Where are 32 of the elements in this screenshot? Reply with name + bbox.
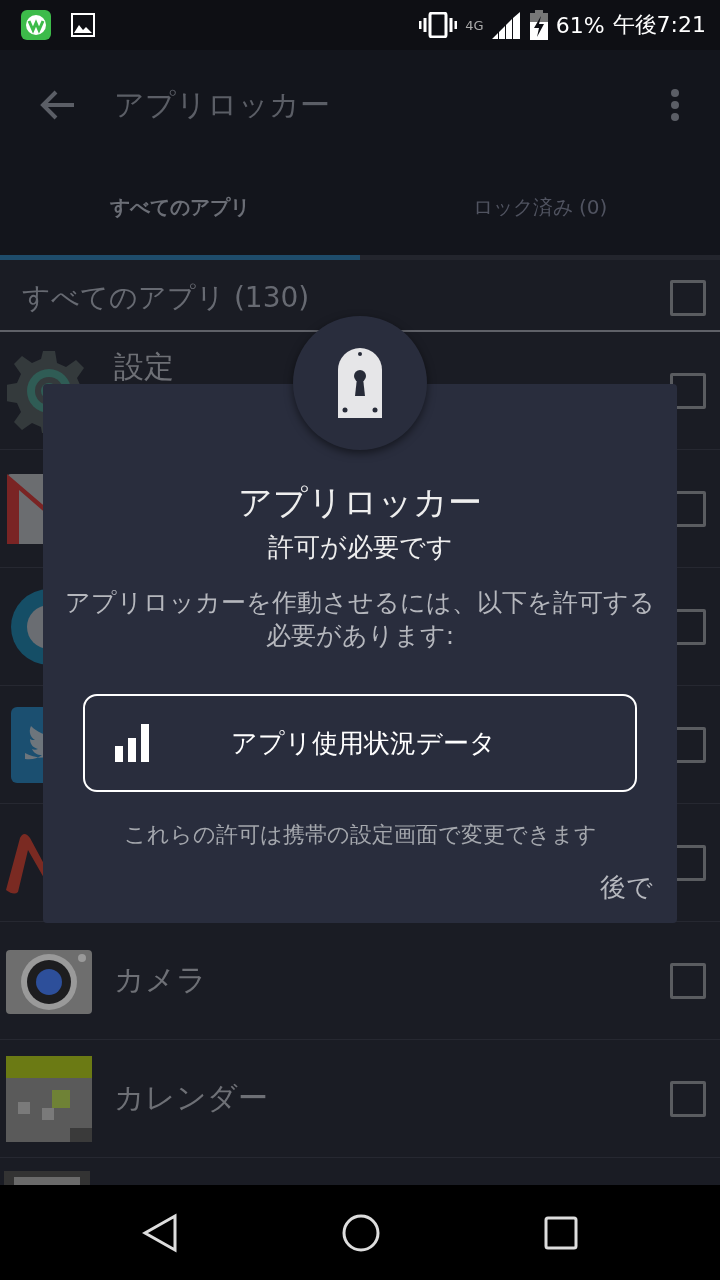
checkbox[interactable] (670, 1080, 706, 1117)
network-type: 4G (465, 18, 484, 33)
tab[interactable]: すべてのアプリ (0, 160, 360, 260)
app-name: 設定 (114, 352, 175, 382)
image-icon (70, 12, 96, 38)
app-name: カメラ (114, 961, 208, 999)
clock: 午後7:21 (612, 11, 706, 39)
battery-level: 61% (555, 12, 605, 38)
later-button[interactable]: 後で (596, 864, 657, 911)
keyhole-lock-icon (338, 348, 382, 418)
permission-button[interactable]: アプリ使用状況データ (83, 694, 637, 792)
recents-icon[interactable] (544, 1215, 579, 1250)
dialog-note: これらの許可は携帯の設定画面で変更できます (123, 821, 597, 849)
home-icon[interactable] (341, 1212, 381, 1253)
app-name: カレンダー (114, 1079, 269, 1117)
dialog-message: アプリロッカーを作動させるには、以下を許可する必要があります: (64, 587, 656, 652)
checkbox[interactable] (670, 280, 706, 316)
back-arrow-icon[interactable] (40, 90, 76, 120)
back-icon[interactable] (141, 1212, 178, 1253)
dialog-subtitle: 許可が必要です (267, 531, 453, 564)
more-options-icon[interactable] (670, 88, 680, 122)
app-icon (4, 1171, 90, 1185)
signal-icon (491, 11, 522, 39)
section-title: すべてのアプリ (130) (22, 280, 310, 316)
app-notification-icon (20, 9, 52, 41)
dialog-title: アプリロッカー (238, 481, 482, 524)
battery-charging-icon (529, 10, 548, 40)
app-title: アプリロッカー (114, 85, 331, 124)
checkbox[interactable] (670, 962, 706, 999)
vibrate-icon (419, 12, 458, 38)
calendar-icon (6, 1055, 92, 1142)
bar-chart-icon (115, 724, 151, 762)
